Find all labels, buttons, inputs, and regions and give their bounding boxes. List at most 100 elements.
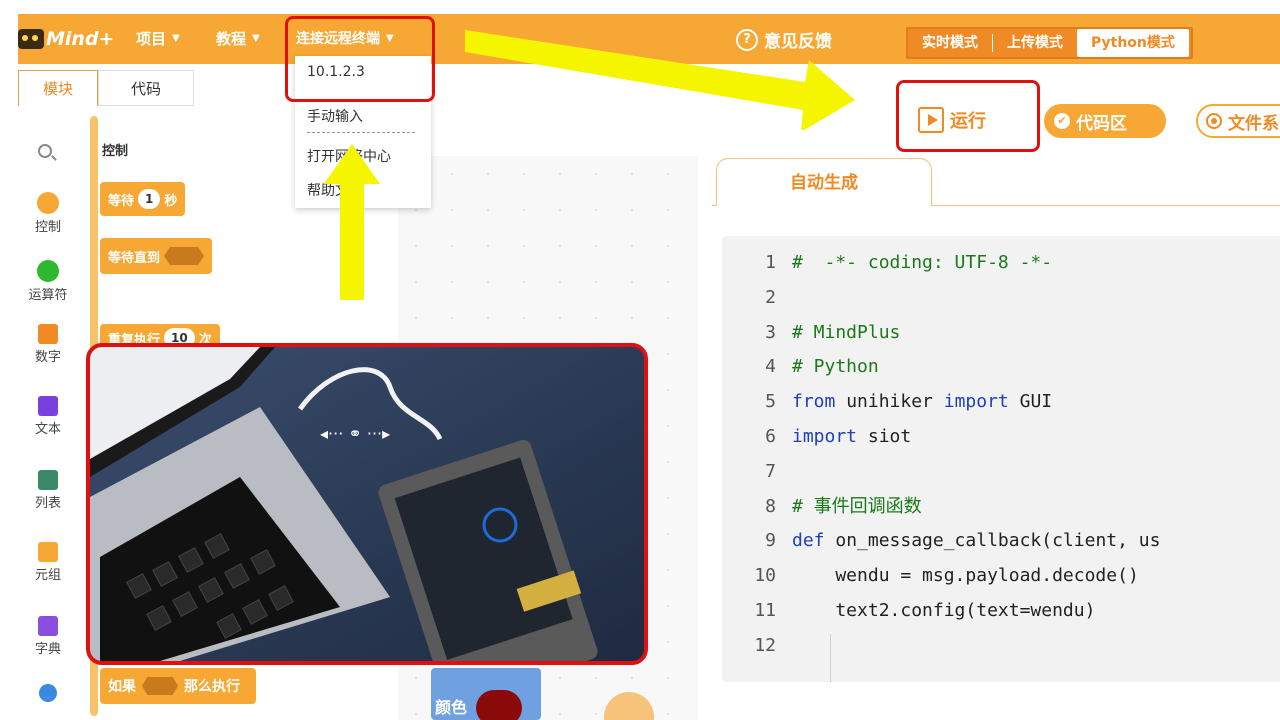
category-list[interactable]: 列表 bbox=[18, 470, 78, 511]
code-text: # -*- coding: UTF-8 -*- bbox=[792, 252, 1053, 273]
mindplus-logo: Mind+ bbox=[18, 24, 114, 54]
code-line: 6 import siot bbox=[722, 420, 1280, 454]
category-control[interactable]: 控制 bbox=[18, 192, 78, 235]
code-token: on_message_callback(client, us bbox=[824, 530, 1161, 552]
code-line: 11 text2.config(text=wendu) bbox=[722, 594, 1280, 628]
mode-realtime[interactable]: 实时模式 bbox=[908, 29, 992, 57]
category-label: 数字 bbox=[34, 350, 61, 365]
code-line: 8 # 事件回调函数 bbox=[722, 490, 1280, 524]
code-panel: 1 # -*- coding: UTF-8 -*- 2 3 # MindPlus 4 # P… bbox=[712, 206, 1280, 720]
category-text[interactable]: 文本 bbox=[18, 396, 78, 437]
code-line: 3 # MindPlus bbox=[722, 316, 1280, 350]
color-block-label: 颜色 bbox=[435, 698, 468, 717]
block-wait-until[interactable]: 等待直到 bbox=[100, 238, 213, 274]
category-label: 元组 bbox=[34, 568, 61, 583]
block-text: 等待直到 bbox=[108, 250, 161, 266]
code-line: 12 bbox=[722, 629, 1280, 663]
line-number: 3 bbox=[765, 321, 776, 343]
line-number: 12 bbox=[754, 634, 776, 656]
code-token: from bbox=[792, 391, 836, 413]
control-dot-icon bbox=[37, 192, 59, 214]
code-token: import bbox=[943, 391, 1009, 413]
condition-slot[interactable] bbox=[142, 677, 178, 695]
category-dict[interactable]: 字典 bbox=[18, 616, 78, 657]
highlight-run-button bbox=[896, 80, 1040, 152]
category-more[interactable] bbox=[18, 684, 78, 704]
yellow-right-arrow-icon bbox=[465, 30, 855, 130]
mode-python[interactable]: Python模式 bbox=[1077, 29, 1189, 57]
tab-code[interactable]: 代码 bbox=[98, 70, 194, 106]
condition-slot[interactable] bbox=[164, 247, 205, 265]
menu-tutorial[interactable]: 教程 ▼ bbox=[216, 28, 260, 49]
code-token: GUI bbox=[1008, 391, 1053, 413]
block-wait-seconds[interactable]: 等待 1 秒 bbox=[100, 182, 186, 216]
category-tuple[interactable]: 元组 bbox=[18, 542, 78, 583]
tab-modules[interactable]: 模块 bbox=[18, 70, 98, 106]
line-number: 1 bbox=[765, 252, 776, 273]
line-number: 9 bbox=[765, 530, 776, 552]
code-line: 1 # -*- coding: UTF-8 -*- bbox=[722, 246, 1280, 280]
block-text: 秒 bbox=[164, 193, 178, 209]
number-icon bbox=[38, 324, 58, 344]
robot-logo-icon bbox=[18, 29, 44, 49]
list-icon bbox=[38, 470, 58, 490]
block-wait-value[interactable]: 1 bbox=[138, 189, 161, 209]
category-label: 控制 bbox=[34, 220, 61, 235]
line-number: 5 bbox=[765, 391, 776, 413]
block-if-then[interactable]: 如果 那么执行 bbox=[100, 668, 256, 704]
code-text: # MindPlus bbox=[792, 321, 901, 343]
code-area-label: 代码区 bbox=[1076, 113, 1127, 134]
dropdown-item-manual[interactable]: 手动输入 bbox=[307, 106, 363, 126]
code-token: unihiker bbox=[835, 391, 944, 413]
code-token: siot bbox=[857, 426, 912, 447]
code-area-button[interactable]: ✔ 代码区 bbox=[1044, 104, 1166, 138]
line-number: 10 bbox=[754, 565, 776, 587]
line-number: 4 bbox=[765, 356, 776, 378]
mode-switcher: 实时模式 上传模式 Python模式 bbox=[906, 27, 1193, 59]
code-token: import bbox=[792, 426, 858, 447]
code-text: # 事件回调函数 bbox=[792, 495, 922, 517]
line-number: 6 bbox=[765, 426, 776, 447]
code-editor[interactable]: 1 # -*- coding: UTF-8 -*- 2 3 # MindPlus 4 # P… bbox=[722, 236, 1280, 682]
dict-icon bbox=[38, 616, 58, 636]
category-sidebar: 控制 运算符 数字 文本 列表 元组 字典 bbox=[18, 110, 90, 720]
text-icon bbox=[38, 396, 58, 416]
file-system-button[interactable]: 文件系 bbox=[1196, 104, 1280, 138]
laptop-device-illustration: ◂··· ⚭ ···▸ bbox=[86, 343, 648, 665]
search-icon[interactable] bbox=[38, 144, 52, 158]
block-text: 如果 bbox=[108, 679, 136, 695]
category-number[interactable]: 数字 bbox=[18, 324, 78, 365]
code-line: 10 wendu = msg.payload.decode() bbox=[722, 559, 1280, 593]
color-swatch[interactable] bbox=[476, 690, 522, 720]
code-tab-bar: 自动生成 bbox=[712, 156, 1280, 206]
lock-icon bbox=[38, 542, 58, 562]
line-number: 7 bbox=[765, 460, 776, 482]
code-line: 2 bbox=[722, 281, 1280, 315]
code-text: wendu = msg.payload.decode() bbox=[792, 565, 1139, 587]
category-operators[interactable]: 运算符 bbox=[18, 260, 78, 303]
illustration-graphic: ◂··· ⚭ ···▸ bbox=[90, 347, 644, 661]
category-label: 运算符 bbox=[28, 288, 68, 303]
line-number: 2 bbox=[765, 286, 776, 308]
line-number: 11 bbox=[754, 600, 776, 621]
code-line: 4 # Python bbox=[722, 350, 1280, 384]
category-label: 列表 bbox=[34, 496, 61, 511]
category-label: 字典 bbox=[34, 642, 61, 657]
menu-project-label: 项目 bbox=[136, 30, 167, 48]
code-token: def bbox=[792, 530, 825, 552]
code-line: 9 def on_message_callback(client, us bbox=[722, 524, 1280, 558]
line-number: 8 bbox=[765, 495, 776, 517]
block-text: 那么执行 bbox=[184, 679, 240, 695]
menu-tutorial-label: 教程 bbox=[216, 30, 247, 48]
menu-project[interactable]: 项目 ▼ bbox=[136, 28, 180, 49]
check-icon: ✔ bbox=[1054, 113, 1070, 129]
code-text: text2.config(text=wendu) bbox=[792, 600, 1096, 621]
palette-section-title: 控制 bbox=[102, 144, 129, 159]
operators-dot-icon bbox=[37, 260, 59, 282]
mode-upload[interactable]: 上传模式 bbox=[993, 29, 1077, 57]
highlight-connect-remote bbox=[285, 16, 435, 102]
connection-arrows-icon: ◂··· ⚭ ···▸ bbox=[320, 424, 390, 443]
tab-auto-generated[interactable]: 自动生成 bbox=[716, 158, 932, 206]
dropdown-divider bbox=[307, 132, 415, 133]
caret-down-icon: ▼ bbox=[172, 33, 180, 44]
